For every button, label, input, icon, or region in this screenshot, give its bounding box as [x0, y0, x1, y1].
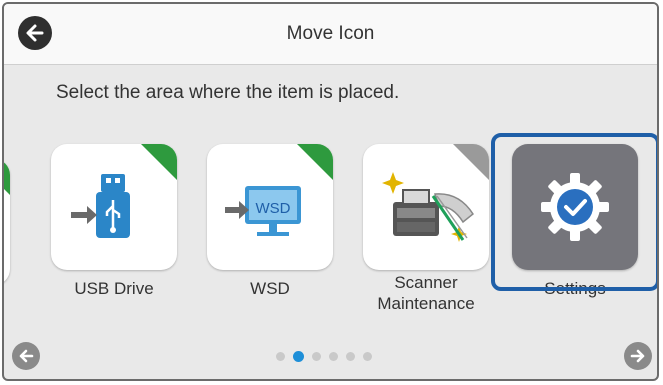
tile-label-line-1: Scanner	[394, 273, 458, 292]
tile-wsd[interactable]: WSD WSD	[194, 144, 346, 299]
back-button[interactable]	[18, 16, 52, 50]
arrow-right-icon	[630, 349, 645, 363]
page-indicator	[276, 351, 372, 362]
page-title: Move Icon	[286, 23, 375, 44]
move-icon-screen: Move Icon Select the area where the item…	[2, 2, 659, 381]
header-bar: Move Icon	[4, 4, 657, 65]
scanner-maintenance-icon	[382, 172, 474, 242]
partial-tile-left[interactable]	[4, 159, 10, 285]
scanner-maintenance-tile[interactable]	[363, 144, 489, 270]
tile-usb-drive[interactable]: USB Drive	[38, 144, 190, 299]
wsd-tile[interactable]: WSD	[207, 144, 333, 270]
page-dot	[312, 352, 321, 361]
corner-marker	[4, 159, 10, 195]
page-dot	[329, 352, 338, 361]
selection-highlight	[491, 133, 657, 291]
arrow-left-icon	[19, 349, 34, 363]
wsd-icon: WSD	[225, 186, 301, 236]
arrow-left-icon	[26, 24, 44, 42]
page-dot	[276, 352, 285, 361]
page-dot	[363, 352, 372, 361]
tile-label: Scanner Maintenance	[350, 272, 502, 314]
page-dot-active	[293, 351, 304, 362]
instruction-text: Select the area where the item is placed…	[56, 82, 400, 103]
tile-label: WSD	[250, 279, 290, 298]
wsd-icon-text: WSD	[256, 200, 291, 217]
prev-page-button[interactable]	[12, 342, 40, 370]
tile-label: USB Drive	[74, 279, 154, 298]
page-dot	[346, 352, 355, 361]
tile-label-line-2: Maintenance	[377, 294, 475, 313]
tile-scanner-maintenance[interactable]: Scanner Maintenance	[350, 144, 502, 314]
next-page-button[interactable]	[624, 342, 652, 370]
usb-drive-tile[interactable]	[51, 144, 177, 270]
usb-drive-icon	[71, 174, 130, 238]
